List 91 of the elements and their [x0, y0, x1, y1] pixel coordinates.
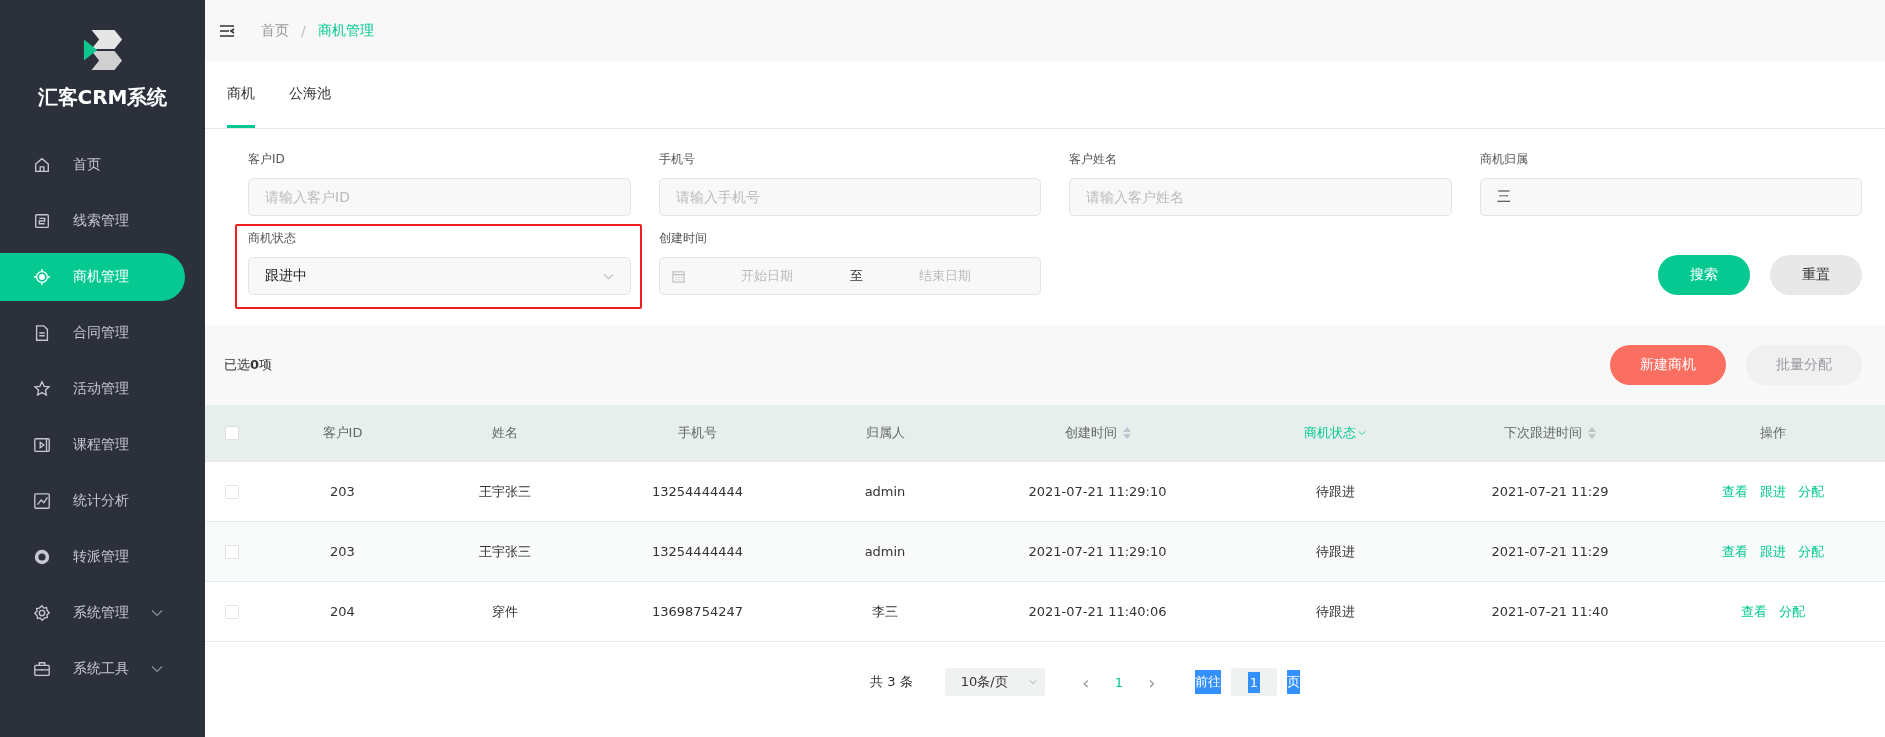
- input-field[interactable]: 请输入客户姓名: [1069, 178, 1452, 216]
- date-placeholder: 开始日期: [740, 267, 795, 285]
- field-label: 客户姓名: [1069, 151, 1118, 168]
- select-field[interactable]: 跟进中: [248, 257, 631, 295]
- logo-icon: [81, 28, 124, 72]
- page-suffix: 页: [1286, 670, 1300, 694]
- goto-label: 前往: [1194, 670, 1221, 694]
- field-label: 商机归属: [1479, 151, 1529, 168]
- table-cell: 2021-07-21 11:29: [1491, 544, 1609, 559]
- date-range-field[interactable]: 开始日期 至 结束日期: [658, 257, 1041, 295]
- table-cell: 13254444444: [652, 544, 743, 559]
- chevron-down-icon: [151, 665, 163, 673]
- page-size-select[interactable]: 10条/页: [944, 668, 1045, 696]
- table-cell: 王宇张三: [479, 482, 531, 501]
- table-cell: 王宇张三: [479, 542, 531, 561]
- document-icon: [33, 212, 51, 230]
- sidebar-item[interactable]: 线索管理: [0, 197, 185, 245]
- app-title: 汇客CRM系统: [37, 84, 168, 111]
- column-header: 归属人: [865, 424, 905, 442]
- table-cell: 待跟进: [1315, 482, 1355, 501]
- total-count: 共 3 条: [870, 673, 913, 691]
- table-cell: 李三: [872, 602, 898, 621]
- sidebar-item[interactable]: 活动管理: [0, 365, 185, 413]
- calendar-icon: [671, 269, 685, 283]
- column-header: 操作: [1759, 424, 1786, 442]
- table-cell: admin: [864, 484, 906, 499]
- chevron-down-icon: [151, 609, 163, 617]
- field-label: 手机号: [658, 151, 696, 168]
- field-label: 客户ID: [248, 151, 286, 168]
- next-page-button[interactable]: ›: [1134, 670, 1169, 694]
- table-cell: 2021-07-21 11:29: [1491, 484, 1609, 499]
- table-cell: 2021-07-21 11:29:10: [1028, 484, 1167, 499]
- sidebar-item[interactable]: 系统管理: [0, 589, 185, 637]
- breadcrumb-separator: /: [301, 23, 306, 39]
- column-header: 手机号: [678, 424, 717, 442]
- column-header: 客户ID: [322, 424, 363, 442]
- column-header[interactable]: 下次跟进时间: [1504, 424, 1596, 442]
- column-header[interactable]: 创建时间: [1064, 424, 1131, 442]
- sidebar-item[interactable]: 统计分析: [0, 477, 185, 525]
- sidebar-item[interactable]: 系统工具: [0, 645, 185, 693]
- field-label: 创建时间: [658, 230, 708, 247]
- settings-icon: [33, 604, 51, 622]
- table-cell: 穿件: [492, 602, 518, 621]
- star-icon: [33, 380, 51, 398]
- ring-icon: [33, 548, 51, 566]
- input-field[interactable]: 三: [1479, 178, 1862, 216]
- table-cell: 2021-07-21 11:40: [1491, 604, 1609, 619]
- previous-page-button[interactable]: ‹: [1068, 670, 1103, 694]
- chevron-down-icon: [602, 272, 614, 280]
- range-separator: 至: [849, 267, 863, 285]
- file-icon: [33, 324, 51, 342]
- table-cell: 204: [330, 604, 355, 619]
- sidebar-item[interactable]: 合同管理: [0, 309, 185, 357]
- field-label: 商机状态: [248, 230, 297, 247]
- table-cell: 待跟进: [1315, 542, 1355, 561]
- table-cell: 203: [330, 484, 355, 499]
- checkbox[interactable]: [225, 604, 239, 619]
- tab[interactable]: 商机: [227, 62, 255, 128]
- checkbox[interactable]: [225, 426, 239, 440]
- input-field[interactable]: 请输入手机号: [658, 178, 1041, 216]
- chevron-down-icon: [1358, 430, 1366, 436]
- page-input[interactable]: 1: [1230, 668, 1277, 696]
- sort-icon[interactable]: [1122, 427, 1131, 439]
- line-chart-icon: [33, 492, 51, 510]
- sidebar-item[interactable]: 转派管理: [0, 533, 185, 581]
- tab[interactable]: 公海池: [289, 62, 331, 128]
- date-placeholder: 结束日期: [918, 267, 973, 285]
- chevron-down-icon: [1028, 679, 1037, 685]
- table-cell: admin: [864, 544, 906, 559]
- crosshair-icon: [33, 268, 51, 286]
- input-field[interactable]: 请输入客户ID: [248, 178, 631, 216]
- house-icon: [33, 156, 51, 174]
- checkbox[interactable]: [225, 484, 239, 499]
- selection-count: 已选0项: [224, 356, 273, 374]
- create-button[interactable]: 新建商机: [1610, 345, 1726, 385]
- table-cell: 13698754247: [652, 604, 743, 619]
- menu-icon[interactable]: [219, 24, 235, 38]
- table-cell: 203: [330, 544, 355, 559]
- reset-button[interactable]: 重置: [1770, 255, 1862, 295]
- breadcrumb-link[interactable]: 首页: [261, 22, 289, 40]
- sort-icon[interactable]: [1588, 427, 1596, 439]
- table-cell: 13254444444: [652, 484, 743, 499]
- briefcase-icon: [33, 660, 51, 678]
- table-cell: 待跟进: [1315, 602, 1355, 621]
- sidebar-item[interactable]: 首页: [0, 141, 185, 189]
- checkbox[interactable]: [225, 544, 239, 559]
- table-cell: 2021-07-21 11:40:06: [1028, 604, 1167, 619]
- sidebar-item[interactable]: 课程管理: [0, 421, 185, 469]
- table-cell: 2021-07-21 11:29:10: [1028, 544, 1167, 559]
- play-icon: [33, 436, 51, 454]
- column-header: 姓名: [492, 424, 518, 442]
